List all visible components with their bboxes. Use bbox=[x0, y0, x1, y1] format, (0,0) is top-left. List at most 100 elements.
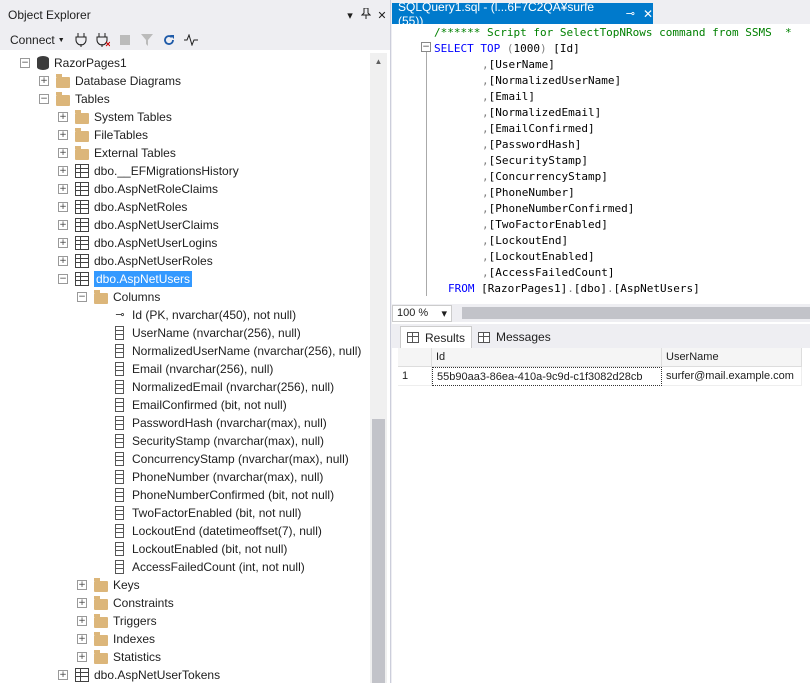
tree-node[interactable]: + System Tables bbox=[58, 108, 172, 126]
editor-margin: − bbox=[392, 24, 431, 304]
tree-node[interactable]: + Constraints bbox=[77, 594, 174, 612]
tree-node[interactable]: ConcurrencyStamp (nvarchar(max), null) bbox=[96, 450, 349, 468]
expand-icon[interactable]: + bbox=[58, 130, 68, 140]
tree-node[interactable]: PasswordHash (nvarchar(max), null) bbox=[96, 414, 327, 432]
object-explorer-scrollbar[interactable]: ▲ bbox=[370, 53, 387, 683]
tree-node[interactable]: + dbo.AspNetUserRoles bbox=[58, 252, 213, 270]
tree-node[interactable]: − RazorPages1 bbox=[20, 54, 127, 72]
tree-node[interactable]: + Keys bbox=[77, 576, 140, 594]
code-token: [NormalizedEmail] bbox=[488, 106, 602, 119]
connect-plug-icon[interactable] bbox=[71, 31, 91, 49]
zoom-select[interactable]: 100 % ▾ bbox=[392, 304, 452, 322]
expand-icon[interactable]: + bbox=[58, 220, 68, 230]
collapse-icon[interactable]: − bbox=[77, 292, 87, 302]
editor-horizontal-scrollbar[interactable] bbox=[462, 307, 810, 319]
expand-icon[interactable]: + bbox=[58, 148, 68, 158]
expand-icon[interactable]: + bbox=[77, 634, 87, 644]
expand-icon[interactable]: + bbox=[58, 202, 68, 212]
grid-corner[interactable] bbox=[398, 348, 432, 367]
filter-icon[interactable] bbox=[137, 31, 157, 49]
tree-node[interactable]: UserName (nvarchar(256), null) bbox=[96, 324, 301, 342]
collapse-icon[interactable]: − bbox=[20, 58, 30, 68]
expand-icon[interactable]: + bbox=[58, 238, 68, 248]
tree-node[interactable]: SecurityStamp (nvarchar(max), null) bbox=[96, 432, 324, 450]
expand-icon[interactable]: + bbox=[58, 166, 68, 176]
expand-icon[interactable]: + bbox=[58, 112, 68, 122]
folder-icon bbox=[56, 91, 70, 106]
results-grid[interactable]: Id UserName 1 55b90aa3-86ea-410a-9c9d-c1f30… bbox=[392, 348, 810, 683]
tree-node-label: LockoutEnd (datetimeoffset(7), null) bbox=[132, 524, 322, 538]
tree-node[interactable]: + dbo.AspNetUserLogins bbox=[58, 234, 217, 252]
row-number[interactable]: 1 bbox=[398, 367, 432, 386]
tree-node[interactable]: + dbo.AspNetRoles bbox=[58, 198, 187, 216]
tab-messages[interactable]: Messages bbox=[472, 326, 557, 348]
grid-cell[interactable]: surfer@mail.example.com bbox=[662, 367, 802, 386]
tree-node[interactable]: LockoutEnabled (bit, not null) bbox=[96, 540, 287, 558]
pin-icon[interactable] bbox=[358, 7, 374, 22]
tree-node[interactable]: + dbo.AspNetUserClaims bbox=[58, 216, 219, 234]
tree-node[interactable]: + dbo.AspNetRoleClaims bbox=[58, 180, 218, 198]
connect-button[interactable]: Connect ▼ bbox=[10, 31, 69, 49]
tree-node[interactable]: + Indexes bbox=[77, 630, 155, 648]
tree-node[interactable]: Email (nvarchar(256), null) bbox=[96, 360, 273, 378]
expand-icon[interactable]: + bbox=[77, 652, 87, 662]
tree-node[interactable]: NormalizedEmail (nvarchar(256), null) bbox=[96, 378, 334, 396]
code-line: ,[EmailConfirmed] bbox=[482, 121, 595, 137]
query-tab[interactable]: SQLQuery1.sql - (l...6F7C2QA¥surfe (55))… bbox=[392, 0, 653, 28]
tree-node[interactable]: AccessFailedCount (int, not null) bbox=[96, 558, 305, 576]
tree-node[interactable]: PhoneNumber (nvarchar(max), null) bbox=[96, 468, 323, 486]
tree-node[interactable]: + Database Diagrams bbox=[39, 72, 181, 90]
scroll-up-arrow-icon[interactable]: ▲ bbox=[370, 57, 387, 66]
column-icon bbox=[115, 380, 124, 394]
collapse-icon[interactable]: − bbox=[421, 42, 431, 52]
tree-node[interactable]: − dbo.AspNetUsers bbox=[58, 270, 193, 288]
tree-node[interactable]: + Statistics bbox=[77, 648, 161, 666]
tree-node-label: SecurityStamp (nvarchar(max), null) bbox=[132, 434, 325, 448]
activity-monitor-icon[interactable] bbox=[181, 31, 201, 49]
tree-node-label: Indexes bbox=[113, 632, 156, 646]
expand-icon[interactable]: + bbox=[58, 184, 68, 194]
tree-node[interactable]: + dbo.AspNetUserTokens bbox=[58, 666, 220, 683]
column-header[interactable]: UserName bbox=[662, 348, 802, 367]
tree-node[interactable]: − Columns bbox=[77, 288, 160, 306]
disconnect-plug-icon[interactable] bbox=[93, 31, 113, 49]
code-token: , bbox=[482, 170, 489, 183]
tree-node[interactable]: + Triggers bbox=[77, 612, 157, 630]
expand-icon[interactable]: + bbox=[77, 580, 87, 590]
tree-node[interactable]: TwoFactorEnabled (bit, not null) bbox=[96, 504, 301, 522]
tree-node[interactable]: + FileTables bbox=[58, 126, 148, 144]
expand-icon[interactable]: + bbox=[77, 598, 87, 608]
tab-close-icon[interactable]: ✕ bbox=[643, 7, 653, 21]
collapse-icon[interactable]: − bbox=[39, 94, 49, 104]
expand-icon[interactable]: + bbox=[58, 670, 68, 680]
tree-node[interactable]: ⊸ Id (PK, nvarchar(450), not null) bbox=[96, 306, 296, 324]
code-token: [SecurityStamp] bbox=[488, 154, 588, 167]
tree-node[interactable]: + External Tables bbox=[58, 144, 176, 162]
close-icon[interactable]: ✕ bbox=[374, 9, 390, 22]
tree-node-label: UserName (nvarchar(256), null) bbox=[132, 326, 301, 340]
expand-icon[interactable]: + bbox=[58, 256, 68, 266]
window-position-dropdown-icon[interactable]: ▾ bbox=[342, 9, 358, 22]
tree-node[interactable]: PhoneNumberConfirmed (bit, not null) bbox=[96, 486, 334, 504]
tree-node-label: Tables bbox=[75, 92, 110, 106]
tree-node[interactable]: EmailConfirmed (bit, not null) bbox=[96, 396, 287, 414]
expand-icon[interactable]: + bbox=[77, 616, 87, 626]
collapse-icon[interactable]: − bbox=[58, 274, 68, 284]
tab-results[interactable]: Results bbox=[400, 326, 473, 348]
code-token: SELECT TOP bbox=[434, 42, 507, 55]
refresh-icon[interactable] bbox=[159, 31, 179, 49]
sql-editor[interactable]: − /****** Script for SelectTopNRows comm… bbox=[392, 24, 810, 304]
tree-node[interactable]: LockoutEnd (datetimeoffset(7), null) bbox=[96, 522, 322, 540]
tree-node[interactable]: + dbo.__EFMigrationsHistory bbox=[58, 162, 239, 180]
tab-pin-icon[interactable]: ⊸ bbox=[626, 7, 635, 20]
scrollbar-thumb[interactable] bbox=[372, 419, 385, 683]
tree-node[interactable]: − Tables bbox=[39, 90, 110, 108]
grid-cell[interactable]: 55b90aa3-86ea-410a-9c9d-c1f3082d28cb bbox=[432, 367, 662, 386]
tree-node[interactable]: NormalizedUserName (nvarchar(256), null) bbox=[96, 342, 361, 360]
code-token: [dbo] bbox=[573, 282, 607, 295]
code-line: ,[TwoFactorEnabled] bbox=[482, 217, 608, 233]
stop-icon[interactable] bbox=[115, 31, 135, 49]
column-header[interactable]: Id bbox=[432, 348, 662, 367]
code-token: [RazorPages1] bbox=[481, 282, 568, 295]
expand-icon[interactable]: + bbox=[39, 76, 49, 86]
